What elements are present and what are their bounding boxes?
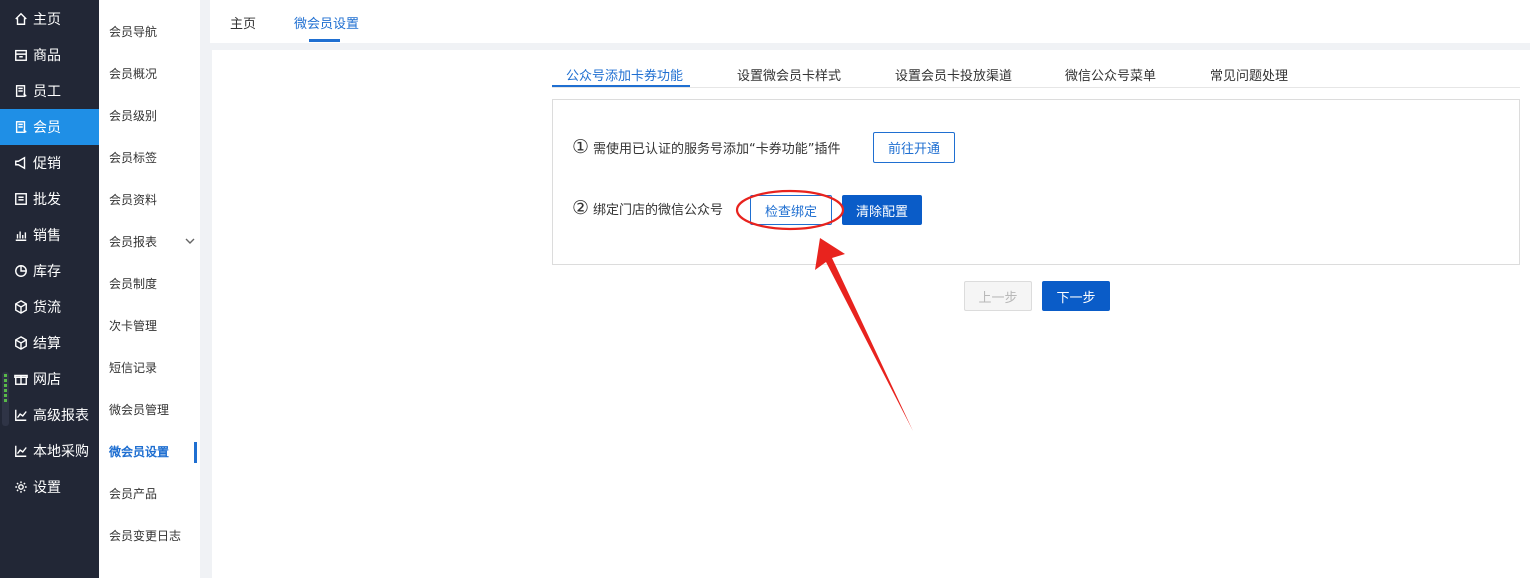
check-binding-button[interactable]: 检查绑定 [750,195,832,225]
nav-item-label: 会员 [33,120,61,136]
subnav-item[interactable]: 会员概况 [109,64,197,84]
active-tab-underline [309,39,340,42]
tab-home[interactable]: 主页 [230,13,256,32]
chevron-down-icon[interactable] [185,236,195,246]
home-icon [13,11,29,27]
list-icon [13,191,29,207]
nav-item-inventory[interactable]: 库存 [0,253,99,289]
subnav-item[interactable]: 次卡管理 [109,316,197,336]
tab-micro-member-settings[interactable]: 微会员设置 [294,13,359,32]
sidebar-resize-handle[interactable] [2,372,9,426]
nav-item-label: 库存 [33,264,61,280]
subtab-wechat-menu[interactable]: 微信公众号菜单 [1065,65,1156,84]
nav-item-logistics[interactable]: 货流 [0,289,99,325]
prev-step-button[interactable]: 上一步 [964,281,1032,311]
nav-item-webstore[interactable]: 网店 [0,361,99,397]
pie-chart-icon [13,263,29,279]
nav-item-label: 结算 [33,336,61,352]
nav-item-label: 网店 [33,372,61,388]
gift-icon [13,371,29,387]
nav-item-label: 批发 [33,192,61,208]
secondary-sidebar: 会员导航 会员概况 会员级别 会员标签 会员资料 会员报表 会员制度 次卡管理 … [99,0,200,578]
subnav-item[interactable]: 会员变更日志 [109,526,197,546]
staff-icon [13,83,29,99]
nav-item-goods[interactable]: 商品 [0,37,99,73]
step-text: 绑定门店的微信公众号 [593,202,724,218]
nav-item-label: 高级报表 [33,408,89,424]
subtab-add-coupon[interactable]: 公众号添加卡券功能 [566,65,683,84]
cube-icon [13,299,29,315]
subnav-item[interactable]: 会员产品 [109,484,197,504]
nav-item-settlement[interactable]: 结算 [0,325,99,361]
nav-item-label: 员工 [33,84,61,100]
gear-icon [13,479,29,495]
store-icon [13,47,29,63]
subnav-item[interactable]: 会员资料 [109,190,197,210]
nav-item-member[interactable]: 会员 [0,109,99,145]
nav-item-label: 本地采购 [33,444,89,460]
subtab-faq[interactable]: 常见问题处理 [1210,65,1288,84]
primary-sidebar: 主页 商品 员工 会员 促销 批发 销售 库存 货流 结算 网店 高级报表 本地… [0,0,99,578]
step-number: ② [572,197,590,219]
nav-item-staff[interactable]: 员工 [0,73,99,109]
megaphone-icon [13,155,29,171]
cube-icon [13,335,29,351]
subnav-item[interactable]: 会员制度 [109,274,197,294]
nav-item-label: 销售 [33,228,61,244]
nav-item-label: 设置 [33,480,61,496]
top-tab-bar [210,0,1530,43]
step-2: ② 绑定门店的微信公众号 [572,197,723,219]
line-chart-icon [13,443,29,459]
go-enable-button[interactable]: 前往开通 [873,132,955,163]
active-subtab-underline [552,85,690,87]
nav-item-home[interactable]: 主页 [0,1,99,37]
nav-item-label: 促销 [33,156,61,172]
member-icon [13,119,29,135]
next-step-button[interactable]: 下一步 [1042,281,1110,311]
nav-item-sales[interactable]: 销售 [0,217,99,253]
nav-item-label: 主页 [33,12,61,28]
nav-item-promotion[interactable]: 促销 [0,145,99,181]
subnav-item[interactable]: 会员级别 [109,106,197,126]
subnav-item[interactable]: 会员导航 [109,22,197,42]
nav-item-wholesale[interactable]: 批发 [0,181,99,217]
subnav-item[interactable]: 短信记录 [109,358,197,378]
nav-item-local-purchase[interactable]: 本地采购 [0,433,99,469]
subtab-card-style[interactable]: 设置微会员卡样式 [737,65,841,84]
nav-item-settings[interactable]: 设置 [0,469,99,505]
nav-item-label: 商品 [33,48,61,64]
line-chart-icon [13,407,29,423]
active-indicator [194,442,197,463]
step-number: ① [572,136,590,158]
subtab-divider [552,87,1520,88]
step-text: 需使用已认证的服务号添加“卡券功能”插件 [593,141,841,157]
step-1: ① 需使用已认证的服务号添加“卡券功能”插件 [572,136,841,158]
subnav-item[interactable]: 会员标签 [109,148,197,168]
bar-chart-icon [13,227,29,243]
subnav-item[interactable]: 会员报表 [109,232,197,252]
subnav-item-active[interactable]: 微会员设置 [109,442,197,462]
subnav-item[interactable]: 微会员管理 [109,400,197,420]
nav-item-label: 货流 [33,300,61,316]
nav-item-advanced-reports[interactable]: 高级报表 [0,397,99,433]
subtab-card-channel[interactable]: 设置会员卡投放渠道 [895,65,1012,84]
config-box [552,99,1520,265]
clear-config-button[interactable]: 清除配置 [842,195,922,225]
